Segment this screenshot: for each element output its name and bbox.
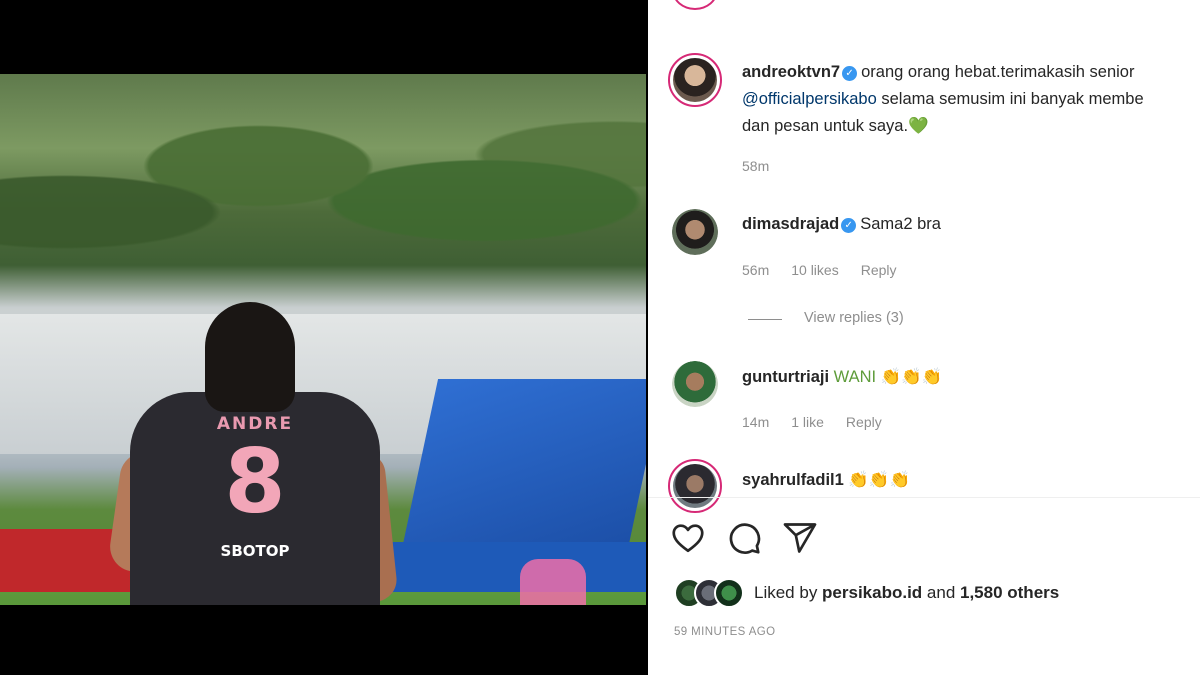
comment-1-meta: 56m 10 likes Reply	[742, 262, 919, 278]
post-media: ANDRE 8 SBOTOP	[0, 0, 648, 675]
liked-by-count[interactable]: 1,580 others	[960, 583, 1059, 602]
jersey-number: 8	[224, 430, 286, 533]
post-photo[interactable]: ANDRE 8 SBOTOP	[0, 74, 646, 605]
comment-icon[interactable]	[726, 520, 762, 556]
caption-line-3: dan pesan untuk saya.💚	[742, 117, 929, 135]
caption-meta: 58m	[742, 158, 791, 174]
commenter-avatar-image	[673, 464, 717, 508]
liker-avatar	[714, 578, 744, 608]
view-replies-button[interactable]: View replies (3)	[804, 310, 904, 326]
comment-2-username[interactable]: gunturtriaji	[742, 368, 829, 386]
section-divider	[648, 497, 1200, 498]
player-hair	[205, 302, 295, 412]
caption-age: 58m	[742, 158, 770, 174]
author-avatar[interactable]	[668, 53, 722, 107]
post-timestamp[interactable]: 59 MINUTES AGO	[674, 626, 775, 638]
comment-2-meta: 14m 1 like Reply	[742, 414, 904, 430]
header-avatar[interactable]	[672, 0, 718, 10]
verified-badge-icon: ✓	[842, 66, 858, 81]
background-trees	[0, 74, 646, 304]
player-figure: ANDRE 8 SBOTOP	[106, 302, 399, 605]
comment-3-username[interactable]: syahrulfadil1	[742, 471, 844, 489]
comment-2-reply-button[interactable]: Reply	[846, 414, 882, 430]
verified-badge-icon: ✓	[841, 218, 857, 233]
author-username[interactable]: andreoktvn7	[742, 63, 840, 81]
caption-text-1: orang orang hebat.terimakasih senior	[861, 63, 1135, 81]
comment-2-likes[interactable]: 1 like	[791, 414, 824, 430]
caption-line-1: andreoktvn7 ✓ orang orang hebat.terimakasi…	[742, 60, 1134, 85]
comment-2-age: 14m	[742, 414, 770, 430]
commenter-avatar-image	[672, 209, 718, 255]
sponsor-logo	[520, 559, 586, 605]
liked-by-user[interactable]: persikabo.id	[822, 583, 922, 602]
commenter-avatar[interactable]	[668, 459, 722, 513]
comment-3-body: 👏👏👏	[848, 471, 911, 489]
caption-text-2: selama semusim ini banyak membe	[876, 90, 1144, 108]
comment-1-text: dimasdrajad ✓ Sama2 bra	[742, 212, 941, 237]
sponsor-banner	[401, 379, 646, 549]
liked-by-prefix: Liked by	[754, 583, 823, 602]
caption-line-2: @officialpersikabo selama semusim ini ba…	[742, 87, 1144, 112]
heart-icon[interactable]	[670, 520, 706, 556]
comment-1-body: Sama2 bra	[860, 215, 941, 233]
comment-1-age: 56m	[742, 262, 770, 278]
comment-3-text: syahrulfadil1 👏👏👏	[742, 468, 910, 493]
commenter-avatar[interactable]	[672, 361, 718, 407]
liked-by-middle: and	[922, 583, 960, 602]
comment-2-text: gunturtriaji WANI 👏👏👏	[742, 365, 942, 390]
commenter-avatar-image	[672, 361, 718, 407]
commenter-avatar[interactable]	[672, 209, 718, 255]
comment-1-username[interactable]: dimasdrajad	[742, 215, 839, 233]
comment-1-reply-button[interactable]: Reply	[861, 262, 897, 278]
liked-by-text: Liked by persikabo.id and 1,580 others	[754, 583, 1059, 603]
author-avatar-image	[673, 58, 717, 102]
send-icon[interactable]	[782, 520, 818, 556]
caption-mention[interactable]: @officialpersikabo	[742, 90, 877, 108]
comment-1-likes[interactable]: 10 likes	[791, 262, 838, 278]
jersey-sponsor: SBOTOP	[220, 542, 290, 560]
replies-divider	[748, 319, 782, 320]
comment-2-body: WANI 👏👏👏	[833, 368, 943, 386]
comments-panel: andreoktvn7 ✓ orang orang hebat.terimakasi…	[648, 0, 1200, 675]
